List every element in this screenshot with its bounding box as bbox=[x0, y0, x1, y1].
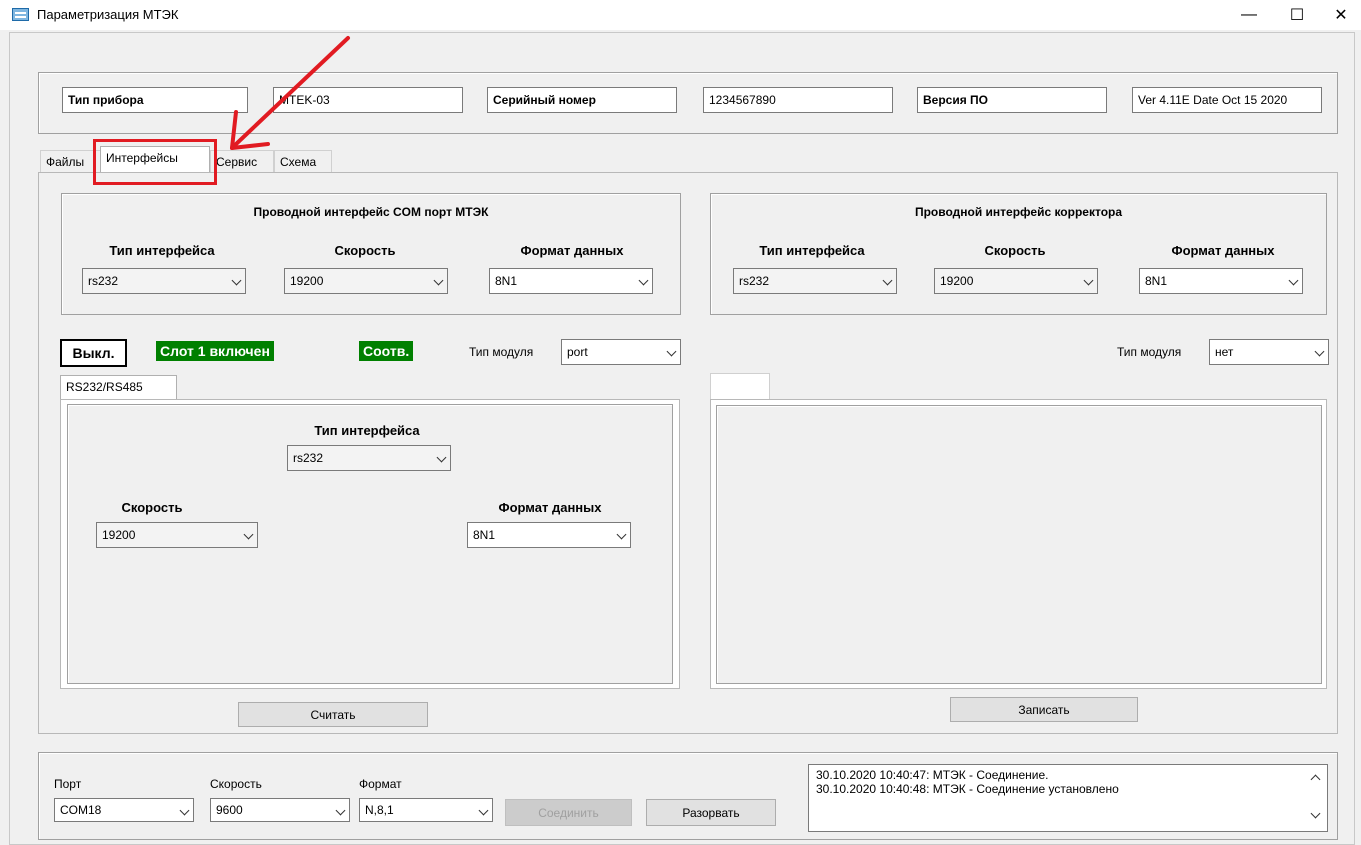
slot2-empty-tab[interactable] bbox=[710, 373, 770, 400]
close-button[interactable]: ✕ bbox=[1318, 0, 1361, 30]
write-button[interactable]: Записать bbox=[950, 697, 1138, 722]
port-label: Порт bbox=[54, 777, 82, 791]
port-value: COM18 bbox=[60, 803, 102, 817]
format-label: Формат bbox=[359, 777, 402, 791]
chevron-down-icon bbox=[1083, 275, 1094, 286]
connect-button[interactable]: Соединить bbox=[505, 799, 632, 826]
baud-label: Скорость bbox=[210, 777, 262, 791]
slot1-match-badge: Соотв. bbox=[359, 341, 414, 361]
corrector-type-value: rs232 bbox=[739, 274, 770, 288]
annotation-arrow-icon bbox=[230, 36, 350, 150]
format-combo[interactable]: N,8,1 bbox=[359, 798, 493, 822]
com-speed-combo[interactable]: 19200 bbox=[284, 268, 448, 294]
corrector-format-label: Формат данных bbox=[1171, 243, 1275, 258]
baud-combo[interactable]: 9600 bbox=[210, 798, 350, 822]
minimize-button[interactable]: — bbox=[1226, 0, 1272, 30]
log-line: 30.10.2020 10:40:47: МТЭК - Соединение. bbox=[816, 768, 1049, 782]
slot1-type-label: Тип интерфейса bbox=[314, 423, 420, 438]
format-value: N,8,1 bbox=[365, 803, 394, 817]
com-format-combo[interactable]: 8N1 bbox=[489, 268, 653, 294]
corrector-type-combo[interactable]: rs232 bbox=[733, 268, 897, 294]
com-format-value: 8N1 bbox=[495, 274, 518, 288]
serial-number-value: 1234567890 bbox=[703, 87, 893, 113]
firmware-version-value: Ver 4.11E Date Oct 15 2020 bbox=[1132, 87, 1322, 113]
serial-number-label: Серийный номер bbox=[487, 87, 677, 113]
chevron-down-icon bbox=[179, 805, 190, 816]
log-line: 30.10.2020 10:40:48: МТЭК - Соединение у… bbox=[816, 782, 1119, 796]
corrector-speed-value: 19200 bbox=[940, 274, 974, 288]
com-speed-label: Скорость bbox=[334, 243, 396, 258]
read-button[interactable]: Считать bbox=[238, 702, 428, 727]
com-type-label: Тип интерфейса bbox=[109, 243, 215, 258]
chevron-down-icon bbox=[478, 805, 489, 816]
slot1-status-badge: Слот 1 включен bbox=[156, 341, 274, 361]
chevron-down-icon bbox=[335, 805, 346, 816]
com-speed-value: 19200 bbox=[290, 274, 324, 288]
corrector-type-label: Тип интерфейса bbox=[759, 243, 865, 258]
slot2-module-label: Тип модуля bbox=[1117, 345, 1182, 359]
window-title: Параметризация МТЭК bbox=[37, 7, 179, 22]
maximize-button[interactable]: ☐ bbox=[1274, 0, 1320, 30]
chevron-down-icon bbox=[1314, 346, 1325, 357]
chevron-down-icon bbox=[666, 346, 677, 357]
corrector-format-combo[interactable]: 8N1 bbox=[1139, 268, 1303, 294]
com-type-combo[interactable]: rs232 bbox=[82, 268, 246, 294]
disconnect-button[interactable]: Разорвать bbox=[646, 799, 776, 826]
chevron-down-icon bbox=[436, 452, 447, 463]
slot1-speed-value: 19200 bbox=[102, 528, 136, 542]
slot1-module-value: port bbox=[567, 345, 588, 359]
com-format-label: Формат данных bbox=[520, 243, 624, 258]
slot1-off-button[interactable]: Выкл. bbox=[60, 339, 127, 367]
slot1-type-combo[interactable]: rs232 bbox=[287, 445, 451, 471]
baud-value: 9600 bbox=[216, 803, 243, 817]
chevron-down-icon bbox=[243, 529, 254, 540]
chevron-down-icon bbox=[433, 275, 444, 286]
slot1-speed-label: Скорость bbox=[121, 500, 183, 515]
title-bar bbox=[0, 0, 1361, 30]
slot2-module-value: нет bbox=[1215, 345, 1234, 359]
slot1-format-label: Формат данных bbox=[498, 500, 602, 515]
corrector-speed-combo[interactable]: 19200 bbox=[934, 268, 1098, 294]
com-port-group-title: Проводной интерфейс COM порт МТЭК bbox=[253, 205, 489, 219]
slot1-type-value: rs232 bbox=[293, 451, 324, 465]
corrector-speed-label: Скорость bbox=[984, 243, 1046, 258]
slot2-module-combo[interactable]: нет bbox=[1209, 339, 1329, 365]
chevron-down-icon bbox=[882, 275, 893, 286]
slot1-format-value: 8N1 bbox=[473, 528, 496, 542]
chevron-down-icon bbox=[638, 275, 649, 286]
chevron-down-icon bbox=[1288, 275, 1299, 286]
corrector-group-title: Проводной интерфейс корректора bbox=[914, 205, 1123, 219]
firmware-version-label: Версия ПО bbox=[917, 87, 1107, 113]
slot1-module-label: Тип модуля bbox=[469, 345, 534, 359]
chevron-down-icon bbox=[616, 529, 627, 540]
highlight-rectangle bbox=[93, 139, 217, 185]
subtab-rs232-rs485[interactable]: RS232/RS485 bbox=[60, 375, 177, 400]
corrector-format-value: 8N1 bbox=[1145, 274, 1168, 288]
slot1-speed-combo[interactable]: 19200 bbox=[96, 522, 258, 548]
slot2-settings-box bbox=[716, 405, 1322, 684]
port-combo[interactable]: COM18 bbox=[54, 798, 194, 822]
chevron-down-icon bbox=[231, 275, 242, 286]
slot1-format-combo[interactable]: 8N1 bbox=[467, 522, 631, 548]
app-icon bbox=[12, 8, 29, 21]
slot1-module-combo[interactable]: port bbox=[561, 339, 681, 365]
com-type-value: rs232 bbox=[88, 274, 119, 288]
